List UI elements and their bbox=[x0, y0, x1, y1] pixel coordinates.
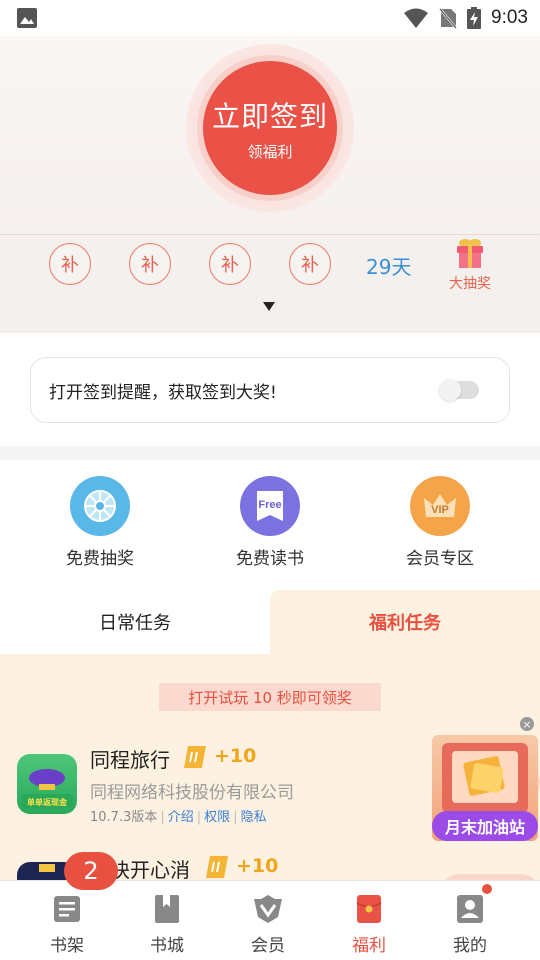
bookshelf-badge: 2 bbox=[64, 852, 118, 890]
checkin-area: 立即签到 领福利 补 补 补 补 29天 大抽奖 bbox=[0, 36, 540, 333]
makeup-checkin-button[interactable]: 补 bbox=[49, 243, 91, 285]
toggle-knob bbox=[439, 379, 461, 401]
free-book-icon: Free bbox=[240, 476, 300, 536]
task-reward: +10 bbox=[236, 855, 279, 877]
gift-box-icon bbox=[457, 239, 483, 268]
profile-icon bbox=[457, 895, 483, 923]
battery-charging-icon bbox=[467, 7, 482, 29]
days-count: 29天 bbox=[366, 255, 412, 279]
no-sim-icon bbox=[439, 8, 457, 29]
free-lottery-entry[interactable]: 免费抽奖 bbox=[40, 476, 160, 569]
wifi-icon bbox=[404, 8, 429, 28]
status-bar: 9:03 bbox=[0, 0, 540, 36]
close-ad-icon[interactable]: × bbox=[520, 717, 534, 731]
gallery-notification-icon bbox=[17, 8, 37, 28]
nav-bookstore[interactable]: 书城 bbox=[117, 881, 217, 960]
tab-daily-tasks[interactable]: 日常任务 bbox=[0, 590, 270, 654]
nav-label: 书架 bbox=[50, 936, 84, 956]
big-lottery-button[interactable]: 大抽奖 bbox=[440, 237, 500, 293]
intro-link[interactable]: 介绍 bbox=[168, 810, 194, 825]
svg-text:VIP: VIP bbox=[431, 504, 449, 516]
coin-icon bbox=[184, 746, 206, 768]
ad-banner: 月末加油站 bbox=[432, 811, 538, 841]
member-icon bbox=[254, 895, 282, 923]
checkin-day-row: 补 补 补 补 29天 大抽奖 bbox=[0, 239, 540, 293]
checkin-button[interactable]: 立即签到 领福利 bbox=[203, 61, 337, 195]
privacy-link[interactable]: 隐私 bbox=[241, 810, 267, 825]
bookshelf-icon bbox=[54, 896, 80, 922]
checkin-button-title: 立即签到 bbox=[211, 99, 328, 133]
nav-welfare[interactable]: 福利 bbox=[319, 881, 419, 960]
feature-row: 免费抽奖 Free 免费读书 VIP 会员专区 bbox=[0, 460, 540, 590]
free-lottery-label: 免费抽奖 bbox=[66, 549, 134, 569]
nav-label: 我的 bbox=[453, 936, 487, 956]
trial-hint: 打开试玩 10 秒即可领奖 bbox=[159, 683, 381, 711]
svg-text:Free: Free bbox=[258, 499, 281, 511]
task-company: 同程网络科技股份有限公司 bbox=[90, 783, 294, 803]
nav-label: 福利 bbox=[352, 936, 386, 956]
checkin-reminder-card: 打开签到提醒，获取签到大奖! bbox=[30, 357, 510, 423]
makeup-checkin-button[interactable]: 补 bbox=[209, 243, 251, 285]
status-time: 9:03 bbox=[491, 7, 528, 28]
task-meta: 10.7.3版本 | 介绍 | 权限 | 隐私 bbox=[90, 810, 267, 825]
floating-ad[interactable]: 月末加油站 × bbox=[432, 717, 538, 841]
reminder-text: 打开签到提醒，获取签到大奖! bbox=[49, 382, 277, 403]
free-reading-label: 免费读书 bbox=[236, 549, 304, 569]
big-lottery-label: 大抽奖 bbox=[449, 276, 491, 292]
nav-profile[interactable]: 我的 bbox=[420, 881, 520, 960]
tab-welfare-tasks[interactable]: 福利任务 bbox=[270, 590, 540, 654]
makeup-checkin-button[interactable]: 补 bbox=[289, 243, 331, 285]
profile-notification-dot bbox=[482, 884, 492, 894]
expand-arrow-icon[interactable] bbox=[263, 302, 275, 311]
task-app-name: 同程旅行 bbox=[90, 748, 170, 772]
coin-icon bbox=[206, 856, 228, 878]
wheel-icon bbox=[70, 476, 130, 536]
task-version: 10.7.3版本 bbox=[90, 810, 158, 825]
vip-zone-label: 会员专区 bbox=[406, 549, 474, 569]
makeup-checkin-button[interactable]: 补 bbox=[129, 243, 171, 285]
bookstore-icon bbox=[155, 895, 179, 923]
bottom-navigation: 书架 书城 会员 福利 我的 bbox=[0, 880, 540, 960]
nav-label: 书城 bbox=[150, 936, 184, 956]
nav-member[interactable]: 会员 bbox=[218, 881, 318, 960]
nav-bookshelf[interactable]: 书架 bbox=[17, 881, 117, 960]
vip-crown-icon: VIP bbox=[410, 476, 470, 536]
vip-zone-entry[interactable]: VIP 会员专区 bbox=[380, 476, 500, 569]
nav-label: 会员 bbox=[251, 936, 285, 956]
task-reward: +10 bbox=[214, 745, 257, 767]
tongcheng-app-icon: 单单返现金 bbox=[17, 754, 77, 814]
permissions-link[interactable]: 权限 bbox=[204, 810, 230, 825]
task-tabs: 日常任务 福利任务 bbox=[0, 590, 540, 654]
checkin-button-subtitle: 领福利 bbox=[247, 142, 293, 161]
free-reading-entry[interactable]: Free 免费读书 bbox=[210, 476, 330, 569]
section-separator bbox=[0, 446, 540, 460]
svg-text:单单返现金: 单单返现金 bbox=[27, 797, 68, 807]
reminder-toggle[interactable] bbox=[439, 379, 479, 401]
welfare-icon bbox=[356, 895, 382, 923]
divider bbox=[0, 234, 540, 235]
